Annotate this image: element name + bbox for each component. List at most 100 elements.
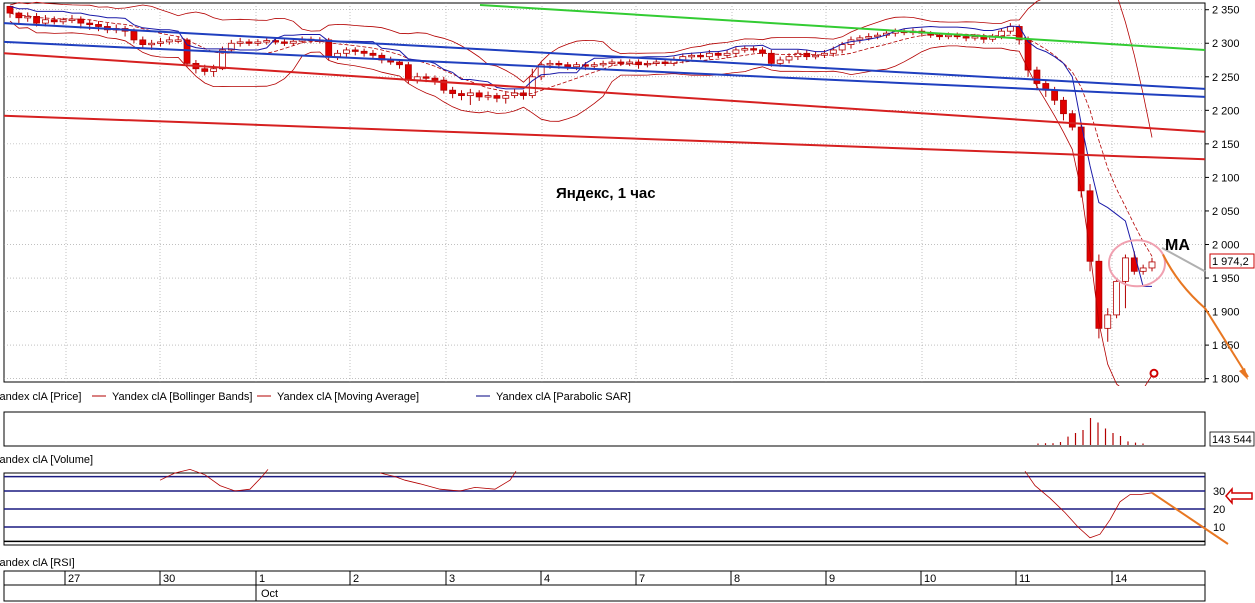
candle: [458, 93, 465, 96]
legend-entry: Yandex clA [Bollinger Bands]: [112, 391, 252, 403]
candle: [617, 61, 625, 64]
candle: [183, 39, 191, 64]
candle: [396, 61, 403, 66]
candle: [431, 77, 439, 81]
y-tick-label: 2 150: [1212, 139, 1240, 151]
candle: [236, 41, 244, 44]
candle: [422, 76, 430, 79]
candle: [741, 48, 749, 51]
candle: [776, 59, 784, 64]
candle: [546, 62, 554, 66]
volume-panel: [3, 411, 1206, 447]
date-label: 11: [1019, 573, 1030, 585]
candle: [351, 49, 359, 52]
candle: [714, 52, 722, 56]
candle: [705, 52, 713, 58]
candle: [803, 52, 811, 58]
volume-last-label: 143 544: [1212, 434, 1252, 446]
candle: [829, 49, 837, 54]
date-label: 7: [639, 573, 645, 585]
candle: [1068, 113, 1076, 128]
candle: [564, 64, 572, 68]
candle: [130, 30, 138, 41]
candle: [962, 36, 970, 39]
candle: [493, 95, 501, 99]
candle: [139, 39, 147, 45]
chart-annotation: Яндекс, 1 час: [556, 185, 656, 202]
date-label: 30: [163, 573, 175, 585]
date-label: 10: [924, 573, 936, 585]
candle: [590, 64, 598, 67]
rsi-tick-label: 20: [1213, 504, 1225, 516]
date-label: 8: [734, 573, 740, 585]
date-label: 9: [829, 573, 835, 585]
candle: [608, 61, 616, 64]
y-tick-label: 2 100: [1212, 172, 1240, 184]
y-tick-label: 1 900: [1212, 307, 1240, 319]
candle: [148, 42, 156, 46]
candle: [697, 54, 704, 58]
candle: [449, 89, 457, 94]
candle: [767, 52, 775, 64]
y-tick-label: 2 300: [1212, 38, 1240, 50]
y-tick-label: 1 950: [1212, 273, 1240, 285]
candle: [475, 92, 483, 98]
y-tick-label: 2 050: [1212, 206, 1240, 218]
price-axis: 2 350 2 300 2 250 2 200 2 150 2 100 2 050 2 000…: [1205, 5, 1240, 386]
candle: [1104, 314, 1112, 329]
candle: [1051, 89, 1059, 101]
candle: [750, 48, 758, 51]
y-tick-label: 1 800: [1212, 374, 1240, 386]
candle: [944, 34, 952, 38]
volume-label: Yandex clA [Volume]: [0, 454, 93, 466]
candle: [59, 19, 67, 23]
candle: [281, 41, 288, 44]
stock-chart: 2 350 2 300 2 250 2 200 2 150 2 100 2 050 2 000…: [0, 0, 1255, 602]
legend-entry: Yandex clA [Moving Average]: [277, 391, 419, 403]
candle: [502, 95, 510, 99]
date-label: 1: [259, 573, 265, 585]
candle: [723, 52, 731, 56]
candle: [466, 92, 474, 96]
candle: [794, 52, 802, 58]
last-price-label: 1 974,2: [1212, 256, 1249, 268]
candle: [343, 49, 350, 54]
y-tick-label: 2 250: [1212, 72, 1240, 84]
candle: [1060, 99, 1067, 115]
candle: [174, 39, 182, 42]
candle: [24, 16, 32, 19]
candle: [785, 56, 793, 61]
candle: [555, 62, 563, 66]
candle: [1095, 260, 1103, 329]
candle: [42, 19, 49, 24]
candle: [165, 39, 173, 43]
y-tick-label: 2 200: [1212, 105, 1240, 117]
candle: [759, 49, 766, 54]
candle: [254, 41, 262, 44]
candle: [1139, 267, 1147, 272]
month-label: Oct: [261, 588, 278, 600]
candle: [1148, 261, 1156, 269]
candle: [289, 40, 297, 44]
candle: [369, 52, 377, 56]
legend-entry: Yandex clA [Price]: [0, 391, 81, 403]
candle: [201, 68, 209, 72]
candle: [95, 24, 102, 27]
candle: [626, 61, 634, 64]
legend-entry: Yandex clA [Parabolic SAR]: [496, 391, 631, 403]
candle: [936, 34, 943, 38]
date-label: 3: [449, 573, 455, 585]
y-tick-label: 2 350: [1212, 5, 1240, 17]
candle: [404, 64, 412, 81]
candle: [812, 54, 819, 58]
candle: [263, 40, 271, 43]
candle: [599, 62, 607, 66]
candle: [1122, 257, 1129, 282]
candle: [210, 68, 218, 72]
rsi-tick-label: 30: [1213, 486, 1225, 498]
rsi-label: Yandex clA [RSI]: [0, 557, 75, 569]
rsi-left-arrow-icon: [1225, 486, 1253, 506]
candle: [50, 19, 58, 23]
date-label: 27: [68, 573, 80, 585]
candle: [573, 64, 580, 68]
